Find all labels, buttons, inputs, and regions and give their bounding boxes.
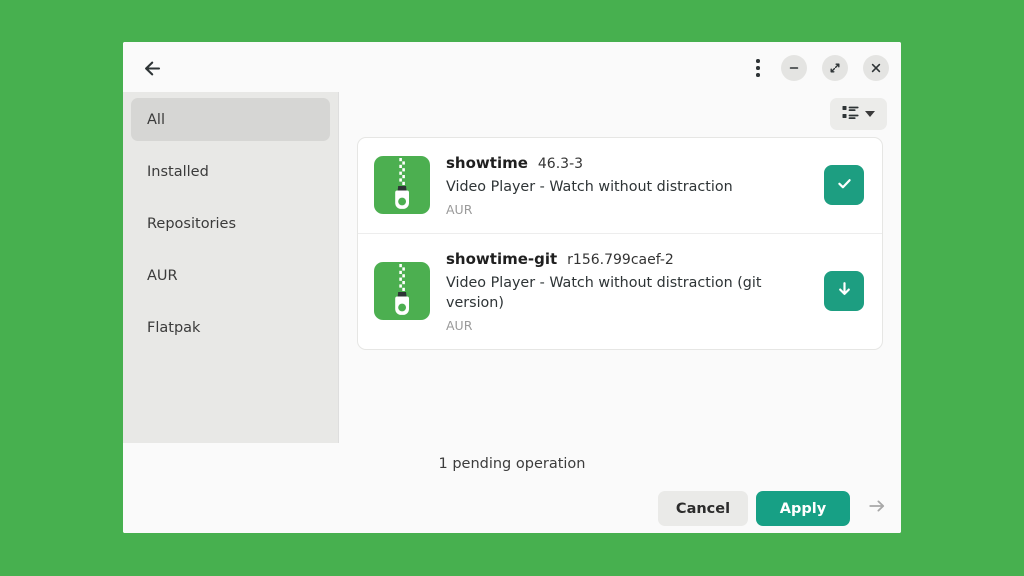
package-description: Video Player - Watch without distraction… [446, 274, 762, 312]
sidebar-item-all[interactable]: All [131, 98, 330, 141]
maximize-button[interactable] [822, 55, 848, 81]
package-name: showtime-git [446, 249, 558, 268]
package-title-line: showtime 46.3-3 [446, 154, 808, 172]
package-title-line: showtime-git r156.799caef-2 [446, 250, 808, 268]
close-icon [870, 62, 882, 74]
overflow-menu-icon [756, 58, 760, 79]
apply-button[interactable]: Apply [756, 491, 850, 526]
sidebar-item-flatpak[interactable]: Flatpak [131, 306, 330, 349]
main-area: All Installed Repositories AUR Flatpak s… [123, 92, 901, 443]
package-row[interactable]: showtime-git r156.799caef-2 Video Player… [358, 232, 882, 349]
back-button[interactable] [136, 52, 168, 84]
sidebar-item-repositories[interactable]: Repositories [131, 202, 330, 245]
package-list-area: showtime 46.3-3 Video Player - Watch wit… [339, 92, 901, 443]
close-button[interactable] [863, 55, 889, 81]
download-icon [836, 280, 853, 302]
package-selected-button[interactable] [824, 165, 864, 206]
sidebar-item-label: Installed [147, 163, 209, 180]
package-manager-window: All Installed Repositories AUR Flatpak [123, 42, 901, 533]
sidebar-item-aur[interactable]: AUR [131, 254, 330, 297]
package-description: Video Player - Watch without distraction [446, 179, 733, 195]
package-row[interactable]: showtime 46.3-3 Video Player - Watch wit… [358, 138, 882, 233]
sidebar-item-label: All [147, 111, 165, 128]
sidebar: All Installed Repositories AUR Flatpak [123, 92, 339, 443]
footer-bar: 1 pending operation Cancel Apply [123, 443, 901, 533]
package-info: showtime 46.3-3 Video Player - Watch wit… [446, 154, 808, 217]
package-version: r156.799caef-2 [567, 251, 674, 268]
package-info: showtime-git r156.799caef-2 Video Player… [446, 250, 808, 333]
list-view-icon [842, 105, 859, 124]
sidebar-item-label: AUR [147, 267, 178, 284]
package-source: AUR [446, 318, 473, 334]
package-results-card: showtime 46.3-3 Video Player - Watch wit… [357, 137, 883, 351]
sidebar-item-label: Repositories [147, 215, 237, 232]
package-version: 46.3-3 [537, 156, 584, 172]
cancel-button[interactable]: Cancel [658, 491, 748, 526]
package-source: AUR [446, 201, 473, 217]
view-options-button[interactable] [830, 98, 887, 130]
sidebar-item-label: Flatpak [147, 319, 201, 336]
pending-operations-label: 1 pending operation [438, 456, 586, 472]
arrow-left-icon [143, 59, 162, 78]
chevron-down-icon [865, 111, 875, 117]
package-install-button[interactable] [824, 271, 864, 312]
header-bar [123, 42, 901, 129]
restore-icon [829, 62, 841, 74]
package-name: showtime [446, 154, 528, 172]
next-button[interactable] [865, 496, 889, 520]
minimize-button[interactable] [781, 55, 807, 81]
minimize-icon [788, 62, 800, 74]
archive-zip-icon [374, 262, 430, 321]
archive-zip-icon [374, 156, 430, 215]
sidebar-item-installed[interactable]: Installed [131, 150, 330, 193]
check-icon [836, 175, 853, 196]
arrow-right-icon [867, 497, 887, 519]
overflow-menu-button[interactable] [743, 52, 773, 84]
